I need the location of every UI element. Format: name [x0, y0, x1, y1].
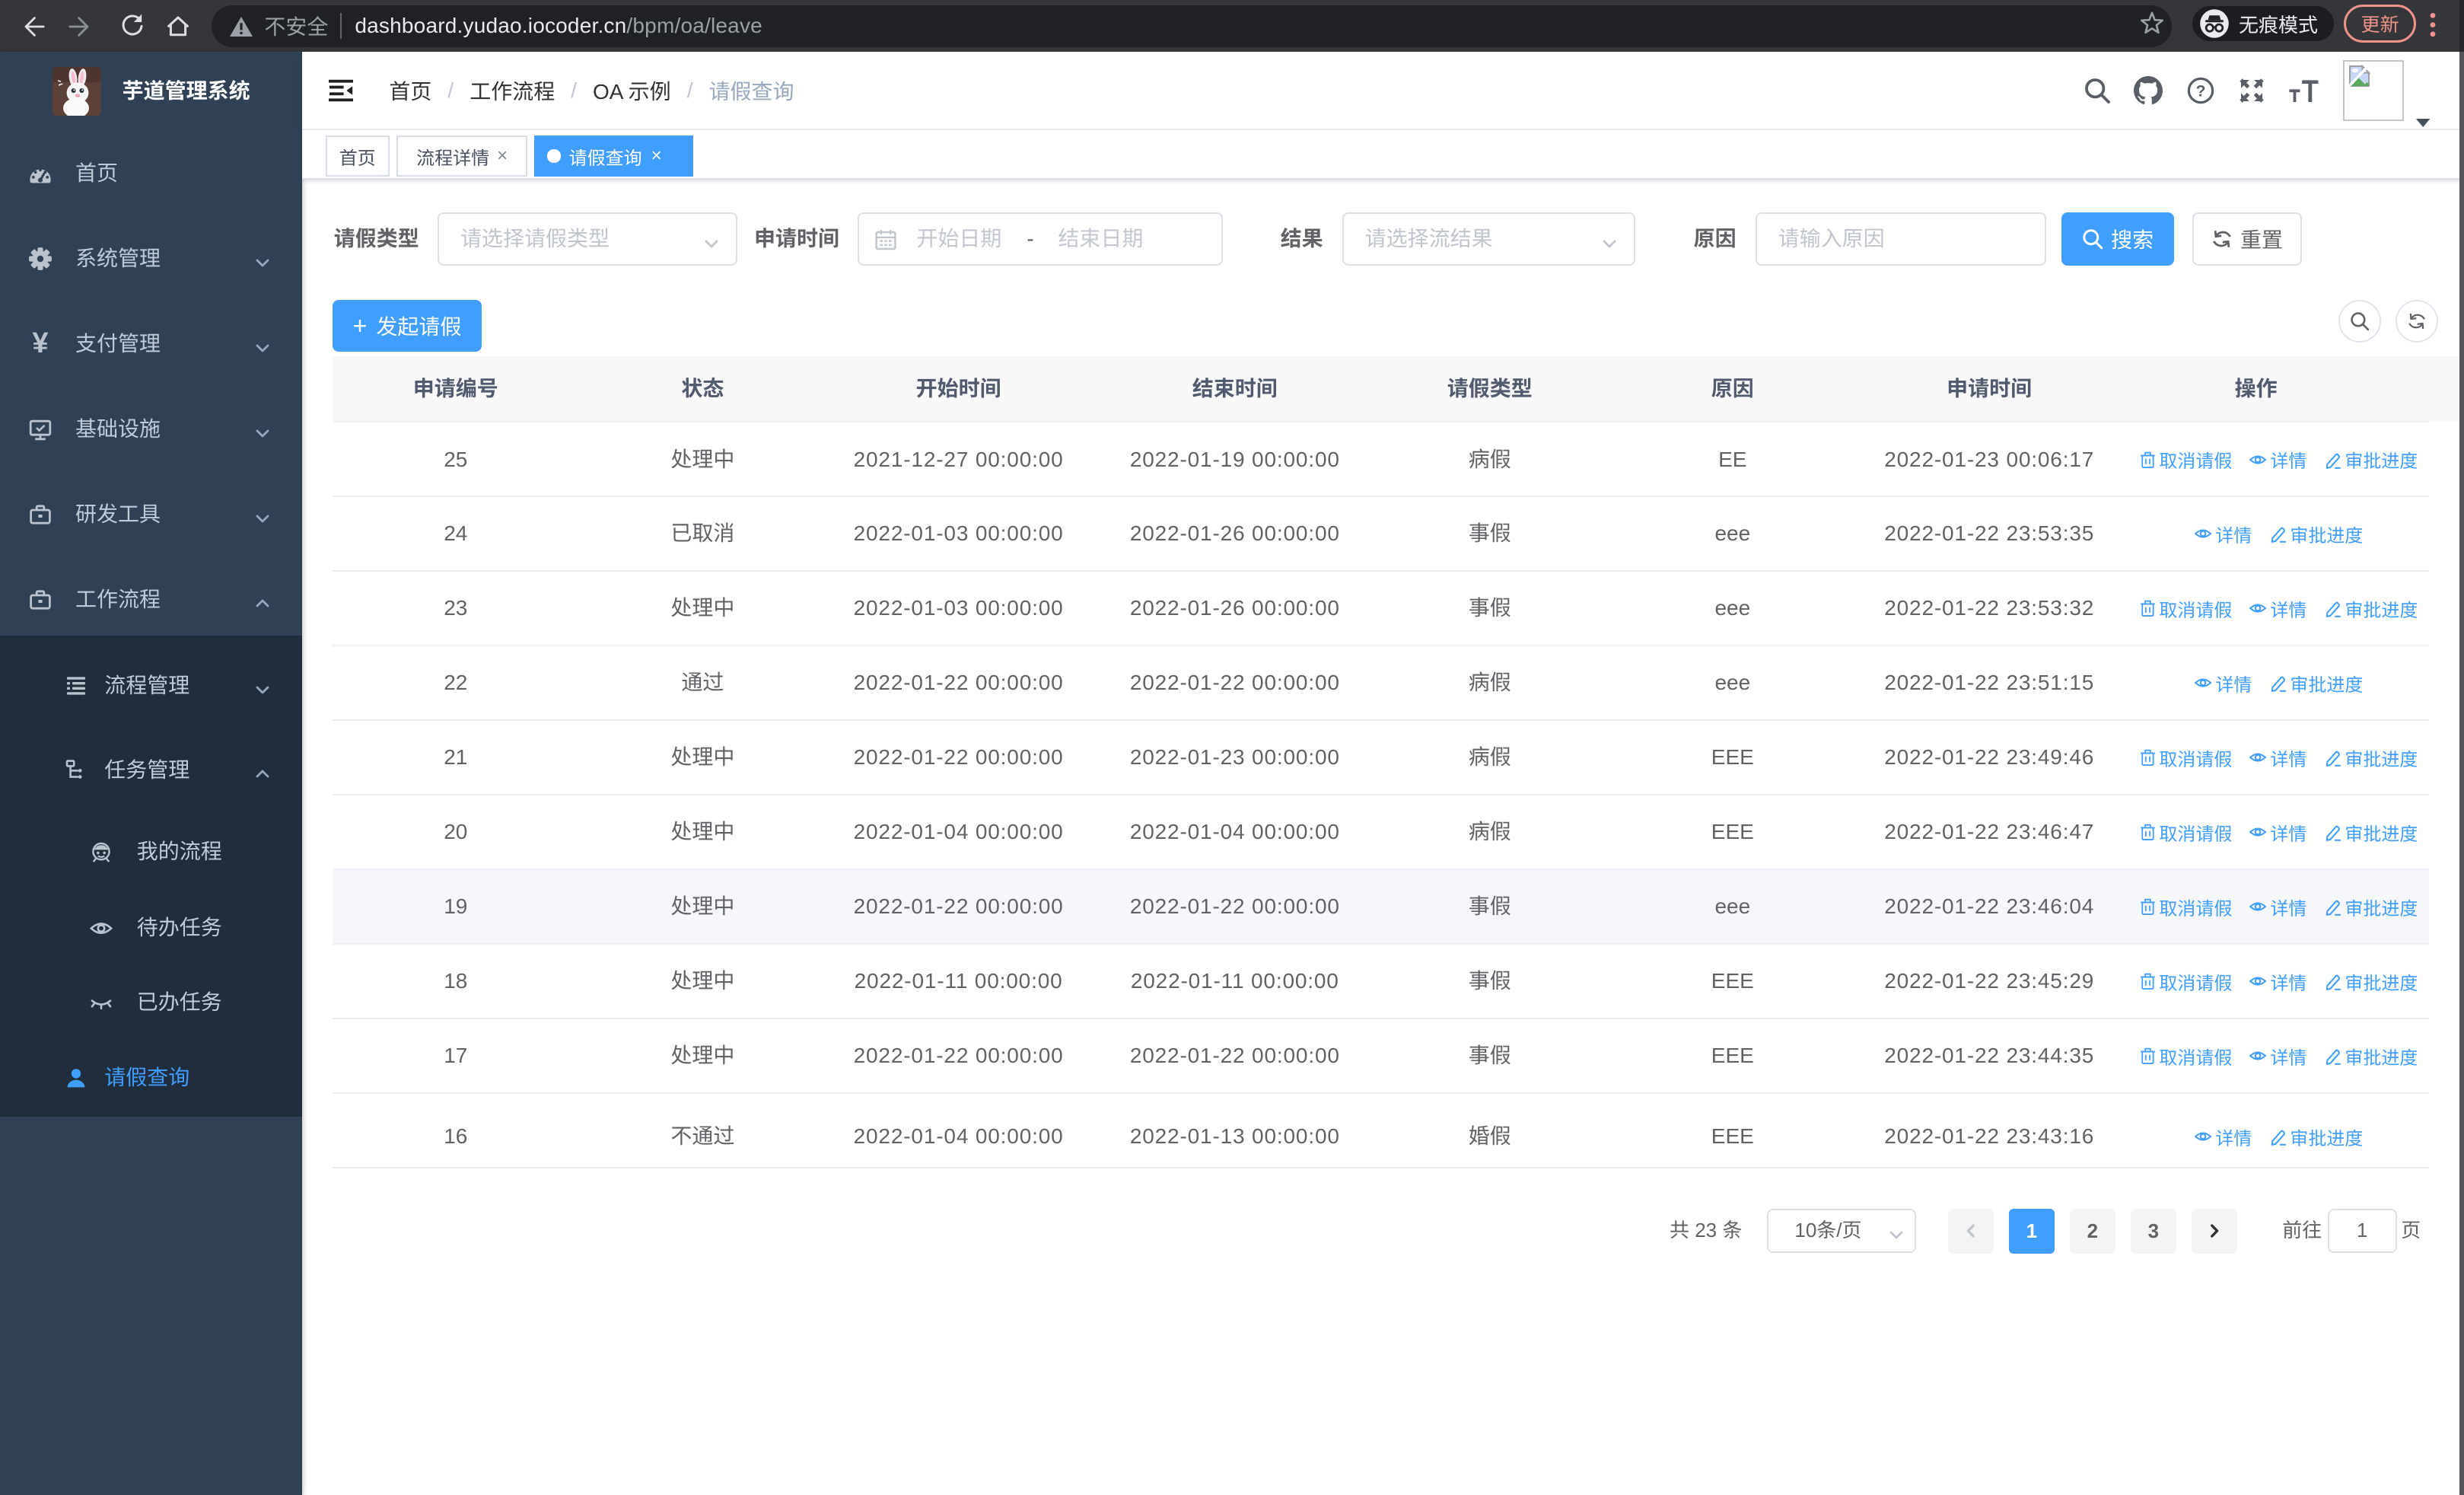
svg-text:?: ?: [2195, 83, 2205, 100]
svg-text:¥: ¥: [32, 332, 48, 356]
